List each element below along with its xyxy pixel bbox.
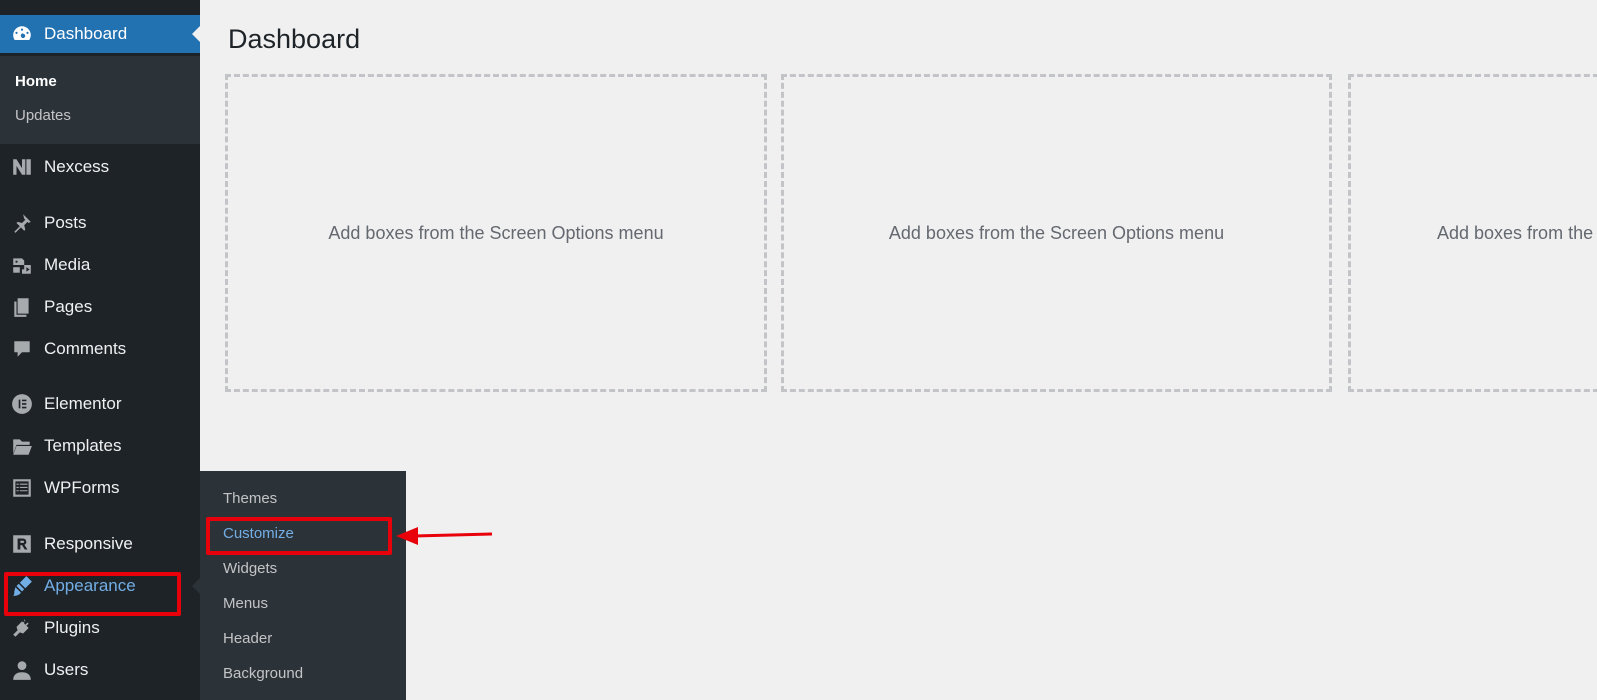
sidebar-item-label: WPForms	[44, 478, 120, 497]
highlight-customize	[206, 517, 392, 555]
flyout-item-menus[interactable]: Menus	[223, 595, 268, 612]
dashboard-submenu: Home Updates	[0, 56, 200, 144]
sidebar-item-label: Posts	[44, 213, 87, 232]
highlight-appearance	[4, 572, 181, 616]
sidebar-item-users[interactable]: Users	[0, 651, 200, 689]
submenu-item-updates[interactable]: Updates	[15, 107, 71, 124]
elementor-icon	[10, 392, 34, 416]
wpforms-icon	[10, 476, 34, 500]
flyout-item-header[interactable]: Header	[223, 630, 272, 647]
dashboard-icon	[10, 22, 34, 46]
flyout-item-widgets[interactable]: Widgets	[223, 560, 277, 577]
flyout-item-themes[interactable]: Themes	[223, 490, 277, 507]
flyout-item-background[interactable]: Background	[223, 665, 303, 682]
dropzone-hint: Add boxes from the Screen Options menu	[888, 222, 1225, 243]
sidebar-item-nexcess[interactable]: Nexcess	[0, 148, 200, 186]
sidebar-item-posts[interactable]: Posts	[0, 204, 200, 242]
sidebar-item-label: Users	[44, 660, 89, 679]
sidebar-item-label: Plugins	[44, 618, 100, 637]
dashboard-widget-dropzone: Add boxes from the Screen Options menu	[225, 74, 767, 392]
media-icon	[10, 253, 34, 277]
dashboard-widget-dropzone: Add boxes from the Screen Options menu	[1348, 74, 1597, 392]
sidebar-item-elementor[interactable]: Elementor	[0, 385, 200, 423]
user-icon	[10, 658, 34, 682]
sidebar-item-comments[interactable]: Comments	[0, 330, 200, 368]
sidebar-item-label: Comments	[44, 339, 127, 358]
sidebar-item-templates[interactable]: Templates	[0, 427, 200, 465]
sidebar-item-label: Responsive	[44, 534, 133, 553]
sidebar-item-wpforms[interactable]: WPForms	[0, 469, 200, 507]
sidebar-item-label: Nexcess	[44, 157, 110, 176]
sidebar-item-dashboard[interactable]: Dashboard	[0, 15, 200, 53]
page-title: Dashboard	[228, 24, 361, 54]
sidebar-item-pages[interactable]: Pages	[0, 288, 200, 326]
submenu-item-home[interactable]: Home	[15, 73, 57, 90]
comment-icon	[10, 337, 34, 361]
nexcess-icon	[10, 155, 34, 179]
sidebar-item-label: Elementor	[44, 394, 122, 413]
sidebar-item-label: Templates	[44, 436, 122, 455]
plug-icon	[10, 616, 34, 640]
sidebar-item-responsive[interactable]: Responsive	[0, 525, 200, 563]
pages-icon	[10, 295, 34, 319]
sidebar-item-label: Pages	[44, 297, 93, 316]
folder-icon	[10, 434, 34, 458]
pushpin-icon	[10, 211, 34, 235]
dashboard-widget-dropzone: Add boxes from the Screen Options menu	[781, 74, 1332, 392]
sidebar-item-label: Dashboard	[44, 24, 128, 43]
responsive-icon	[10, 532, 34, 556]
sidebar-item-label: Media	[44, 255, 91, 274]
dropzone-hint: Add boxes from the Screen Options menu	[328, 222, 664, 243]
dropzone-hint: Add boxes from the Screen Options menu	[1437, 222, 1597, 243]
appearance-flyout-menu: Themes Customize Widgets Menus Header Ba…	[200, 471, 406, 700]
sidebar-item-media[interactable]: Media	[0, 246, 200, 284]
